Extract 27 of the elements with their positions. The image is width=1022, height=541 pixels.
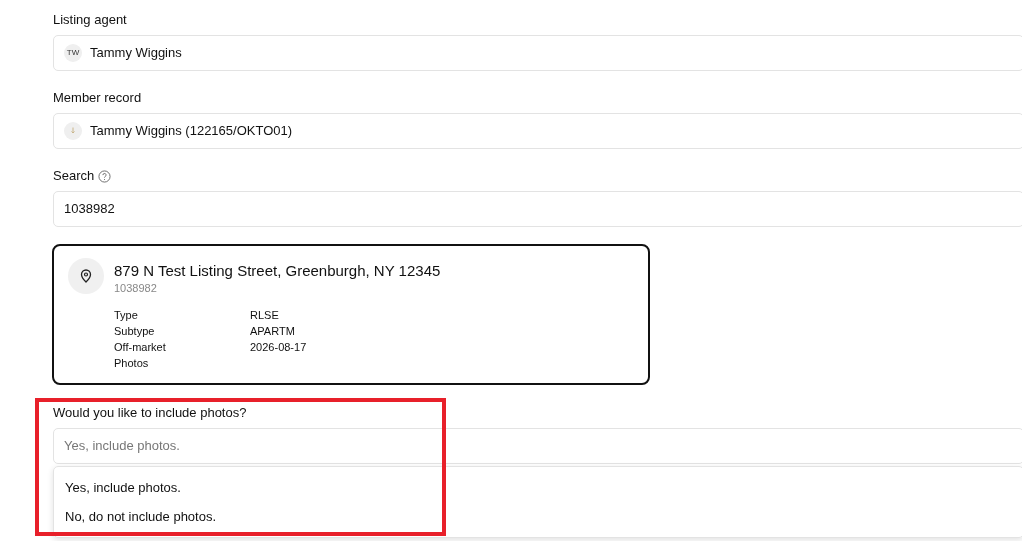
input-field[interactable]: TW Tammy Wiggins: [53, 35, 1022, 71]
help-icon[interactable]: [98, 169, 112, 183]
detail-value: 2026-08-17: [250, 339, 308, 355]
detail-label: Subtype: [114, 323, 156, 339]
field-value: 1038982: [64, 200, 115, 219]
dropdown-option[interactable]: Yes, include photos.: [54, 472, 1022, 502]
detail-value: RLSE: [250, 307, 280, 323]
field-label: Listing agent: [53, 11, 127, 29]
input-field[interactable]: 1038982: [53, 191, 1022, 227]
pin-icon: [68, 258, 104, 294]
input-field[interactable]: Tammy Wiggins (122165/OKTO01): [53, 113, 1022, 149]
field-label: Member record: [53, 89, 142, 107]
dropdown-option[interactable]: No, do not include photos.: [54, 501, 1022, 531]
detail-label: Photos: [114, 355, 150, 371]
avatar-initials: TW: [64, 44, 82, 62]
field-value: Tammy Wiggins (122165/OKTO01): [90, 122, 293, 141]
select-placeholder: Yes, include photos.: [64, 436, 180, 455]
record-icon: [64, 122, 82, 140]
detail-value: APARTM: [250, 323, 296, 339]
listing-id: 1038982: [114, 281, 158, 296]
question-label: Would you like to include photos?: [53, 403, 247, 422]
detail-label: Type: [114, 307, 139, 323]
detail-label: Off-market: [114, 339, 167, 355]
select-field[interactable]: Yes, include photos.: [53, 427, 1022, 464]
field-value: Tammy Wiggins: [90, 44, 182, 63]
listing-address: 879 N Test Listing Street, Greenburgh, NY 12345: [114, 262, 441, 280]
field-label: Search: [53, 167, 95, 185]
